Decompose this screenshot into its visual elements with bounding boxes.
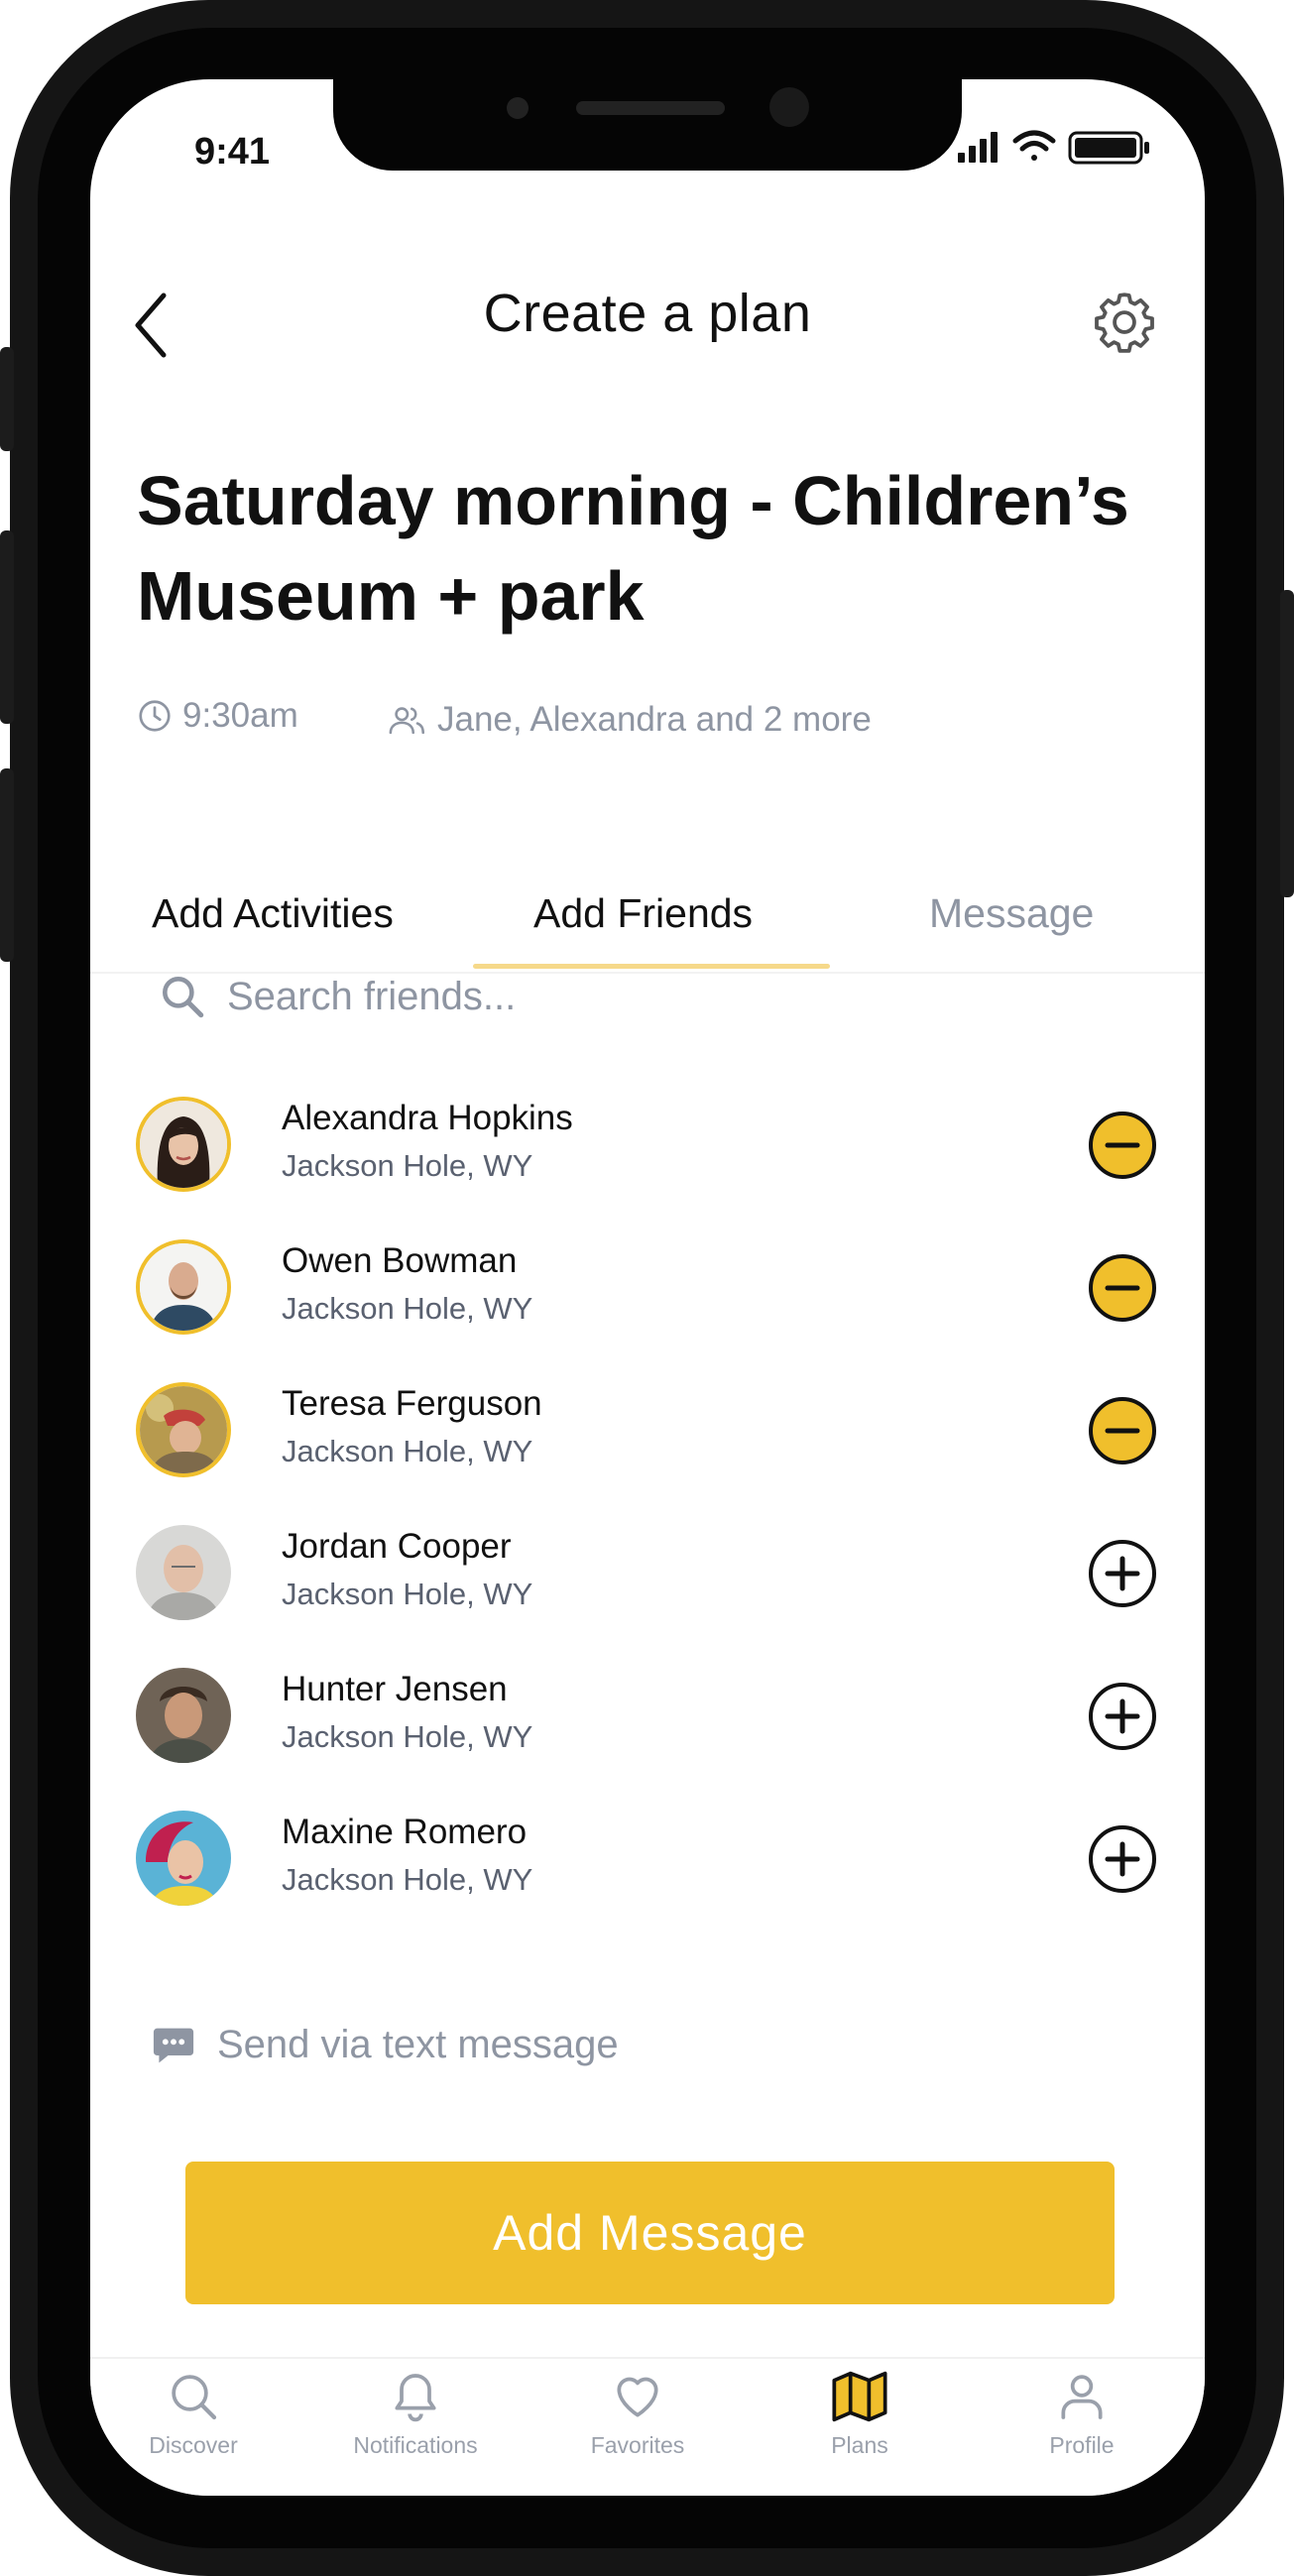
- friend-row: Owen Bowman Jackson Hole, WY: [90, 1239, 1205, 1382]
- avatar: [136, 1811, 231, 1906]
- add-message-button[interactable]: Add Message: [185, 2162, 1115, 2304]
- friend-name: Teresa Ferguson: [282, 1384, 542, 1423]
- gear-icon[interactable]: [1090, 288, 1159, 357]
- avatar: [136, 1097, 231, 1192]
- avatar: [136, 1668, 231, 1763]
- plus-circle-icon[interactable]: [1088, 1824, 1157, 1894]
- plan-people-label: Jane, Alexandra and 2 more: [437, 700, 872, 739]
- tab-add-activities[interactable]: Add Activities: [152, 890, 394, 937]
- send-via-text-label: Send via text message: [217, 2023, 619, 2066]
- minus-circle-icon[interactable]: [1088, 1396, 1157, 1465]
- nav-label: Notifications: [353, 2432, 478, 2458]
- nav-plans[interactable]: Plans: [770, 2369, 949, 2459]
- bell-icon: [395, 2374, 436, 2422]
- search-icon: [172, 2375, 217, 2420]
- friend-name: Jordan Cooper: [282, 1527, 512, 1566]
- people-icon: [389, 707, 424, 735]
- friend-row: Maxine Romero Jackson Hole, WY: [90, 1811, 1205, 1953]
- volume-down-button: [0, 768, 14, 962]
- avatar: [136, 1382, 231, 1477]
- nav-notifications[interactable]: Notifications: [326, 2369, 505, 2459]
- send-via-text-link[interactable]: Send via text message: [152, 2023, 619, 2067]
- volume-up-button: [0, 530, 14, 724]
- friend-location: Jackson Hole, WY: [282, 1434, 533, 1468]
- nav-label: Plans: [831, 2432, 888, 2458]
- plan-time-label: 9:30am: [182, 696, 298, 735]
- friend-row: Jordan Cooper Jackson Hole, WY: [90, 1525, 1205, 1668]
- friend-name: Alexandra Hopkins: [282, 1099, 573, 1137]
- notch: [333, 79, 962, 171]
- friend-location: Jackson Hole, WY: [282, 1862, 533, 1897]
- map-icon: [832, 2371, 887, 2422]
- page-title: Create a plan: [483, 284, 812, 343]
- nav-discover[interactable]: Discover: [104, 2369, 283, 2459]
- nav-profile[interactable]: Profile: [993, 2369, 1171, 2459]
- tab-add-friends[interactable]: Add Friends: [533, 890, 753, 937]
- plan-time: 9:30am: [137, 696, 298, 736]
- search-input[interactable]: [227, 967, 1119, 1026]
- wifi-icon: [1012, 130, 1056, 161]
- plan-people[interactable]: Jane, Alexandra and 2 more: [388, 700, 872, 740]
- status-icons: [958, 130, 1149, 165]
- speaker-grille: [576, 101, 725, 115]
- friend-location: Jackson Hole, WY: [282, 1148, 533, 1183]
- minus-circle-icon[interactable]: [1088, 1111, 1157, 1180]
- app-screen: 9:41 Create a plan Saturday morning - Ch: [90, 79, 1205, 2496]
- power-button: [1280, 590, 1294, 897]
- avatar: [136, 1239, 231, 1335]
- status-time: 9:41: [194, 131, 271, 173]
- friend-location: Jackson Hole, WY: [282, 1291, 533, 1326]
- plus-circle-icon[interactable]: [1088, 1539, 1157, 1608]
- friend-row: Alexandra Hopkins Jackson Hole, WY: [90, 1097, 1205, 1239]
- sensor-dot: [507, 97, 529, 119]
- friend-row: Hunter Jensen Jackson Hole, WY: [90, 1668, 1205, 1811]
- avatar: [136, 1525, 231, 1620]
- bottom-nav: Discover Notifications Favorites Plans P…: [90, 2357, 1205, 2496]
- clock-icon: [139, 700, 171, 732]
- front-camera: [769, 87, 809, 127]
- friend-name: Maxine Romero: [282, 1813, 528, 1851]
- chat-bubble-icon: [153, 2028, 194, 2062]
- friend-location: Jackson Hole, WY: [282, 1719, 533, 1754]
- friend-name: Owen Bowman: [282, 1241, 518, 1280]
- nav-label: Profile: [1049, 2432, 1115, 2458]
- friend-name: Hunter Jensen: [282, 1670, 508, 1708]
- person-icon: [1061, 2375, 1103, 2419]
- nav-favorites[interactable]: Favorites: [548, 2369, 727, 2459]
- plan-tabs: Add Activities Add Friends Message: [90, 863, 1205, 974]
- search-icon: [163, 977, 204, 1018]
- heart-icon: [617, 2377, 658, 2417]
- friend-row: Teresa Ferguson Jackson Hole, WY: [90, 1382, 1205, 1525]
- minus-circle-icon[interactable]: [1088, 1253, 1157, 1323]
- nav-label: Discover: [149, 2432, 238, 2458]
- plan-title: Saturday morning - Children’s Museum + p…: [137, 462, 1129, 635]
- friend-location: Jackson Hole, WY: [282, 1577, 533, 1611]
- tab-message[interactable]: Message: [929, 890, 1094, 937]
- plus-circle-icon[interactable]: [1088, 1682, 1157, 1751]
- silent-switch: [0, 347, 14, 451]
- nav-label: Favorites: [590, 2432, 685, 2458]
- battery-icon: [1068, 131, 1149, 165]
- signal-icon: [958, 132, 998, 163]
